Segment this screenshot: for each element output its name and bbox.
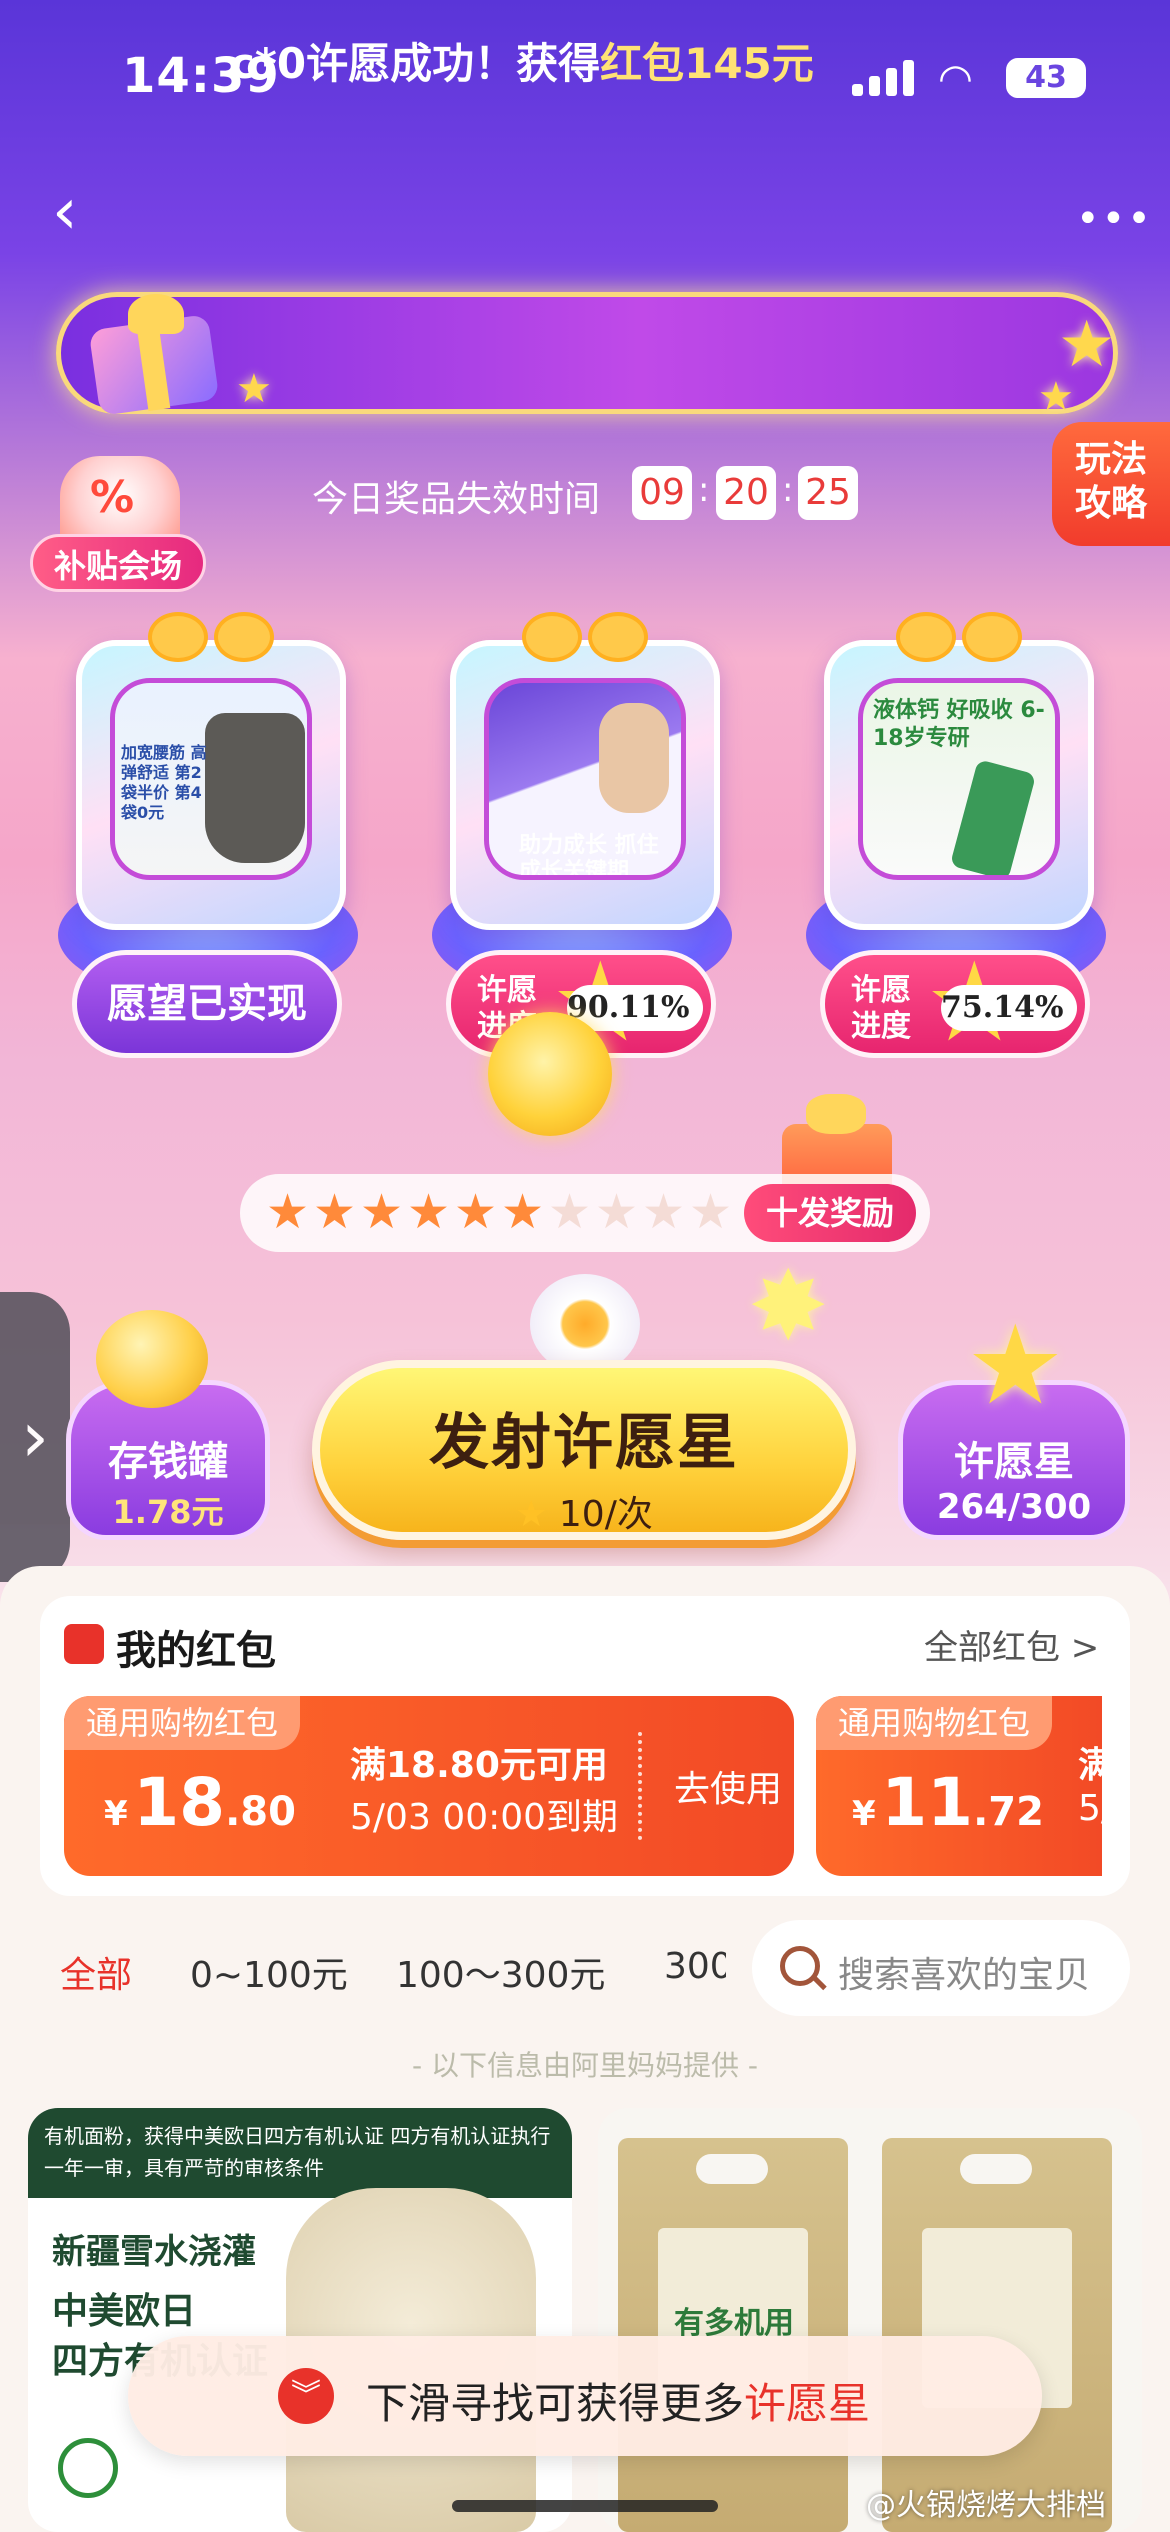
countdown-minutes: 20 [716,466,776,520]
product-card[interactable]: 有多机用 [598,2108,1142,2532]
wifi-icon: ◠ [938,56,973,102]
coupon-expiry: 5/03 00:00到期 [350,1797,619,1838]
star-empty-icon: ★ [548,1184,592,1240]
countdown-seconds: 25 [798,466,858,520]
coupon-expiry: 5/ [1078,1788,1102,1829]
coupon-amount: ¥ 18.80 [104,1764,296,1841]
subsidy-label: 补贴会场 [30,534,206,592]
scroll-hint-toast[interactable]: ︾ 下滑寻找可获得更多许愿星 [128,2336,1042,2456]
product-card[interactable]: 有机面粉，获得中美欧日四方有机认证 四方有机认证执行一年一审，具有严苛的审核条件… [28,2108,572,2532]
star-icon: ★ [236,366,272,412]
star-filled-icon: ★ [266,1184,310,1240]
wish-progress-pill: 许愿进度 ★ 75.14% [820,947,1090,1058]
subsidy-venue-button[interactable]: % 补贴会场 [30,456,206,596]
double-chevron-down-icon: ︾ [278,2368,334,2424]
star-empty-icon: ★ [595,1184,639,1240]
product-image [882,2138,1112,2532]
star-icon: ★ [515,1494,548,1535]
countdown-label: 今日奖品失效时间 [312,479,601,520]
star-filled-icon: ★ [313,1184,357,1240]
watermark: @火锅烧烤大排档 [866,2488,1106,2523]
countdown-hours: 09 [632,466,692,520]
red-packet-title: 我的红包 [116,1628,276,1674]
success-banner-text: c*0许愿成功！获得红包145元 [230,39,814,88]
battery-icon: 43 [1006,58,1086,98]
gift-box-icon [84,282,224,416]
coin-icon [488,1012,612,1136]
prize-card-2[interactable]: 助力成长 抓住成长关键期 [450,640,720,930]
star-filled-icon: ★ [454,1184,498,1240]
star-empty-icon: ★ [642,1184,686,1240]
tab-0-100[interactable]: 0~100元 [190,1946,348,1998]
more-options-icon[interactable]: ••• [1076,196,1153,242]
star-empty-icon: ★ [689,1184,733,1240]
launcher-nozzle-icon [530,1274,640,1374]
prize-image: 加宽腰筋 高弹舒适 第2袋半价 第4袋0元 [110,678,312,880]
provider-note: - 以下信息由阿里妈妈提供 - [411,2049,758,2082]
prize-image: 助力成长 抓住成长关键期 [484,678,686,880]
search-icon [780,1946,820,1986]
coupon-condition: 满18.80元可用 [350,1745,608,1786]
bow-icon [896,612,1026,668]
coupon-card[interactable]: 通用购物红包 ¥ 18.80 满18.80元可用 5/03 00:00到期 去使… [64,1696,794,1876]
use-coupon-button[interactable]: 去使用 [674,1760,782,1812]
sparkle-icon: ✸ [748,1250,829,1362]
wish-progress-value: 75.14% [941,985,1077,1031]
countdown-colon: : [782,470,794,510]
home-indicator [452,2500,718,2512]
coupon-amount: ¥ 11.72 [852,1764,1044,1841]
star-icon: ★ [1038,374,1074,420]
prize-card-3[interactable]: 液体钙 好吸收 6-18岁专研 [824,640,1094,930]
coupon-divider [638,1732,642,1840]
countdown-colon: : [698,470,710,510]
back-chevron-icon[interactable]: ‹ [52,180,102,244]
ten-shot-reward-badge[interactable]: 十发奖励 [744,1184,916,1242]
coupon-card[interactable]: 通用购物红包 ¥ 11.72 满 5/ [816,1696,1102,1876]
coupon-condition: 满 [1078,1745,1102,1786]
product-image: 有多机用 [618,2138,848,2532]
side-drawer-tab[interactable]: › [0,1292,70,1582]
tab-100-300[interactable]: 100～300元 [396,1946,605,1998]
tab-300-plus[interactable]: 300 [664,1946,726,1987]
product-header: 有机面粉，获得中美欧日四方有机认证 四方有机认证执行一年一审，具有严苛的审核条件 [28,2108,572,2198]
launch-wish-star-button[interactable]: 发射许愿星 ★ 10/次 [312,1360,856,1540]
signal-icon [852,60,916,96]
bow-icon [522,612,652,668]
star-filled-icon: ★ [501,1184,545,1240]
prize-card-1[interactable]: 加宽腰筋 高弹舒适 第2袋半价 第4袋0元 [76,640,346,930]
all-red-packets-link[interactable]: 全部红包 > [924,1620,1099,1669]
star-filled-icon: ★ [360,1184,404,1240]
piggy-bank-icon [96,1310,208,1408]
wish-star-mascot-icon: ★ [966,1301,1065,1429]
tab-all[interactable]: 全部 [60,1946,132,1998]
prize-image: 液体钙 好吸收 6-18岁专研 [858,678,1060,880]
prize-status-label: 愿望已实现 [72,950,342,1058]
star-icon: ★ [1058,308,1116,382]
strategy-button[interactable]: 玩法 攻略 [1052,422,1170,546]
search-input[interactable]: 搜索喜欢的宝贝 [752,1920,1130,2016]
bow-icon [148,612,278,668]
star-filled-icon: ★ [407,1184,451,1240]
